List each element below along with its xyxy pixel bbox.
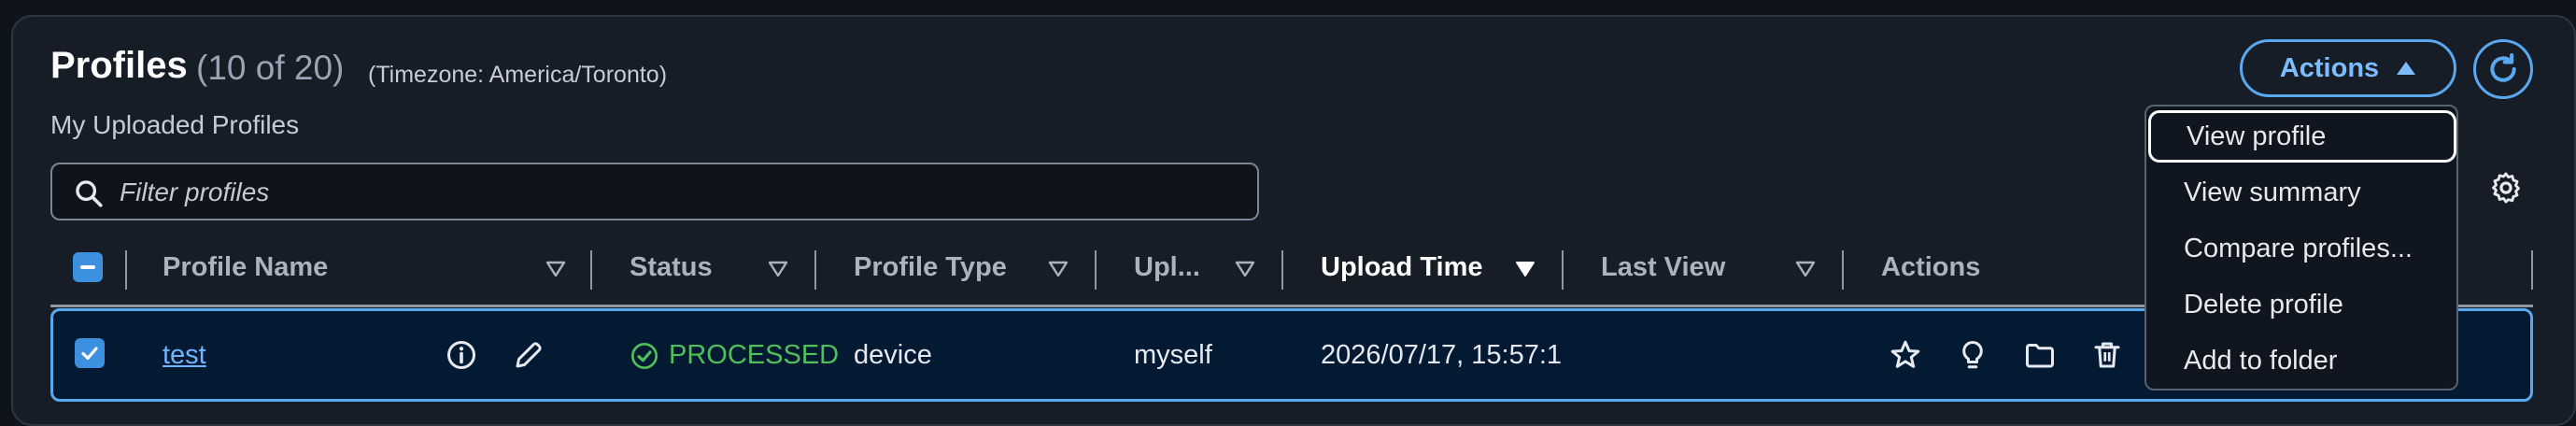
status-badge: PROCESSED [630,340,839,371]
row-checkbox[interactable] [75,338,105,368]
menu-item-view-summary[interactable]: View summary [2161,166,2445,219]
column-separator [1562,250,1564,290]
column-header-upload-time[interactable]: Upload Time [1321,252,1483,283]
profile-name-link[interactable]: test [163,340,206,371]
refresh-icon [2490,53,2516,82]
timezone-label: (Timezone: America/Toronto) [368,62,668,88]
column-separator [125,250,127,290]
sort-caret-icon[interactable] [768,260,788,278]
caret-up-icon [2397,62,2416,75]
column-header-status[interactable]: Status [630,252,713,283]
column-header-actions: Actions [1881,252,1981,282]
filter-search-box[interactable] [50,163,1259,220]
search-icon [76,180,103,207]
sort-caret-icon[interactable] [1048,260,1069,278]
folder-icon[interactable] [2023,338,2057,372]
column-separator [2531,250,2533,290]
info-icon[interactable] [445,338,478,372]
menu-item-view-profile[interactable]: View profile [2148,110,2456,163]
check-circle-icon [631,342,658,369]
actions-button[interactable]: Actions [2240,39,2456,97]
column-separator [1095,250,1097,290]
sort-descending-icon[interactable] [1515,260,1536,278]
column-header-profile-name[interactable]: Profile Name [163,252,328,283]
page-title: Profiles [50,45,188,86]
menu-item-compare-profiles[interactable]: Compare profiles... [2161,222,2445,275]
profile-count: (10 of 20) [196,49,345,87]
menu-item-add-to-folder[interactable]: Add to folder [2161,334,2445,387]
indeterminate-mark [80,265,95,269]
column-separator [1281,250,1283,290]
upload-time-cell: 2026/07/17, 15:57:1 [1321,340,1563,370]
column-separator [1842,250,1844,290]
gear-icon[interactable] [2488,170,2524,206]
column-header-uploader[interactable]: Upl... [1134,252,1200,283]
menu-item-delete-profile[interactable]: Delete profile [2161,278,2445,331]
sort-caret-icon[interactable] [545,260,566,278]
uploader-cell: myself [1134,340,1212,370]
page-subtitle: My Uploaded Profiles [50,110,300,139]
actions-menu: View profile View summary Compare profil… [2144,105,2458,390]
column-header-last-view[interactable]: Last View [1601,252,1725,283]
lightbulb-icon[interactable] [1956,338,1989,372]
sort-caret-icon[interactable] [1795,260,1816,278]
edit-icon[interactable] [512,338,545,372]
select-all-checkbox[interactable] [73,252,103,282]
status-text: PROCESSED [669,340,840,370]
column-separator [814,250,816,290]
column-separator [590,250,592,290]
column-header-profile-type[interactable]: Profile Type [854,252,1007,283]
profile-type-cell: device [854,340,932,370]
filter-profiles-input[interactable] [118,172,1242,213]
refresh-button[interactable] [2473,39,2533,99]
checkmark-icon [81,347,98,361]
star-icon[interactable] [1889,338,1922,372]
sort-caret-icon[interactable] [1235,260,1255,278]
trash-icon[interactable] [2090,338,2124,372]
actions-button-label: Actions [2279,52,2380,83]
